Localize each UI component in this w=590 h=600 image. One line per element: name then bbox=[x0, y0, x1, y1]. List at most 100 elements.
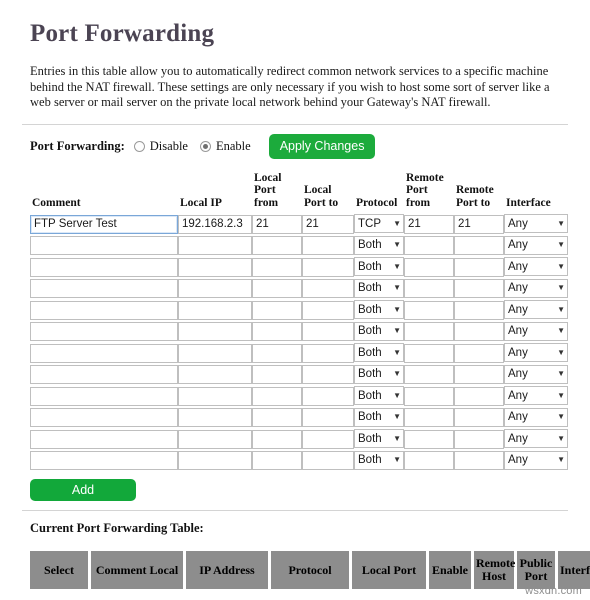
comment-input[interactable] bbox=[30, 236, 178, 255]
remote-port-to-input[interactable] bbox=[454, 365, 504, 384]
local-port-to-input[interactable] bbox=[302, 365, 354, 384]
interface-select[interactable]: Any ▼ bbox=[504, 407, 568, 427]
chevron-down-icon[interactable]: ▼ bbox=[554, 348, 565, 357]
comment-input[interactable] bbox=[30, 279, 178, 298]
remote-port-from-input[interactable] bbox=[404, 257, 454, 277]
radio-option-enable[interactable]: Enable bbox=[199, 139, 251, 154]
remote-port-to-input[interactable] bbox=[454, 322, 504, 341]
remote-port-to-input[interactable] bbox=[454, 214, 504, 234]
interface-select[interactable]: Any ▼ bbox=[504, 321, 568, 341]
interface-select[interactable]: Any ▼ bbox=[504, 386, 568, 406]
protocol-select[interactable]: TCP ▼ bbox=[354, 214, 404, 234]
chevron-down-icon[interactable]: ▼ bbox=[554, 262, 565, 271]
chevron-down-icon[interactable]: ▼ bbox=[554, 219, 565, 228]
remote-port-from-input[interactable] bbox=[404, 451, 454, 470]
chevron-down-icon[interactable]: ▼ bbox=[554, 413, 565, 421]
protocol-select[interactable]: Both ▼ bbox=[354, 300, 404, 320]
local-ip-input[interactable] bbox=[178, 322, 252, 341]
chevron-down-icon[interactable]: ▼ bbox=[390, 434, 401, 443]
local-port-from-input[interactable] bbox=[252, 365, 302, 384]
chevron-down-icon[interactable]: ▼ bbox=[390, 284, 401, 292]
protocol-select[interactable]: Both ▼ bbox=[354, 235, 404, 255]
comment-input[interactable] bbox=[30, 408, 178, 427]
chevron-down-icon[interactable]: ▼ bbox=[390, 348, 401, 357]
local-port-to-input[interactable] bbox=[302, 429, 354, 449]
chevron-down-icon[interactable]: ▼ bbox=[390, 413, 401, 421]
remote-port-to-input[interactable] bbox=[454, 343, 504, 363]
protocol-select[interactable]: Both ▼ bbox=[354, 364, 404, 384]
remote-port-from-input[interactable] bbox=[404, 300, 454, 320]
chevron-down-icon[interactable]: ▼ bbox=[390, 456, 401, 464]
interface-select[interactable]: Any ▼ bbox=[504, 429, 568, 449]
local-ip-input[interactable] bbox=[178, 300, 252, 320]
interface-select[interactable]: Any ▼ bbox=[504, 364, 568, 384]
remote-port-to-input[interactable] bbox=[454, 408, 504, 427]
comment-input[interactable] bbox=[30, 429, 178, 449]
protocol-select[interactable]: Both ▼ bbox=[354, 257, 404, 277]
chevron-down-icon[interactable]: ▼ bbox=[390, 241, 401, 249]
interface-select[interactable]: Any ▼ bbox=[504, 257, 568, 277]
local-port-to-input[interactable] bbox=[302, 214, 354, 234]
chevron-down-icon[interactable]: ▼ bbox=[554, 391, 565, 400]
interface-select[interactable]: Any ▼ bbox=[504, 343, 568, 363]
local-port-to-input[interactable] bbox=[302, 322, 354, 341]
local-port-to-input[interactable] bbox=[302, 257, 354, 277]
remote-port-to-input[interactable] bbox=[454, 451, 504, 470]
comment-input[interactable] bbox=[30, 322, 178, 341]
local-ip-input[interactable] bbox=[178, 386, 252, 406]
protocol-select[interactable]: Both ▼ bbox=[354, 407, 404, 427]
interface-select[interactable]: Any ▼ bbox=[504, 214, 568, 234]
comment-input[interactable] bbox=[30, 257, 178, 277]
chevron-down-icon[interactable]: ▼ bbox=[554, 327, 565, 335]
local-port-from-input[interactable] bbox=[252, 343, 302, 363]
remote-port-to-input[interactable] bbox=[454, 279, 504, 298]
local-ip-input[interactable] bbox=[178, 408, 252, 427]
apply-changes-button[interactable]: Apply Changes bbox=[268, 134, 376, 159]
remote-port-from-input[interactable] bbox=[404, 408, 454, 427]
chevron-down-icon[interactable]: ▼ bbox=[554, 241, 565, 249]
protocol-select[interactable]: Both ▼ bbox=[354, 321, 404, 341]
local-ip-input[interactable] bbox=[178, 451, 252, 470]
remote-port-from-input[interactable] bbox=[404, 365, 454, 384]
chevron-down-icon[interactable]: ▼ bbox=[554, 434, 565, 443]
chevron-down-icon[interactable]: ▼ bbox=[390, 305, 401, 314]
remote-port-to-input[interactable] bbox=[454, 300, 504, 320]
chevron-down-icon[interactable]: ▼ bbox=[390, 370, 401, 378]
local-port-to-input[interactable] bbox=[302, 300, 354, 320]
local-port-from-input[interactable] bbox=[252, 236, 302, 255]
chevron-down-icon[interactable]: ▼ bbox=[390, 327, 401, 335]
chevron-down-icon[interactable]: ▼ bbox=[554, 370, 565, 378]
remote-port-to-input[interactable] bbox=[454, 257, 504, 277]
local-port-from-input[interactable] bbox=[252, 408, 302, 427]
protocol-select[interactable]: Both ▼ bbox=[354, 278, 404, 298]
interface-select[interactable]: Any ▼ bbox=[504, 235, 568, 255]
local-port-from-input[interactable] bbox=[252, 257, 302, 277]
local-ip-input[interactable] bbox=[178, 236, 252, 255]
comment-input[interactable] bbox=[30, 386, 178, 406]
local-port-from-input[interactable] bbox=[252, 451, 302, 470]
protocol-select[interactable]: Both ▼ bbox=[354, 450, 404, 470]
interface-select[interactable]: Any ▼ bbox=[504, 278, 568, 298]
local-ip-input[interactable] bbox=[178, 365, 252, 384]
local-ip-input[interactable] bbox=[178, 429, 252, 449]
chevron-down-icon[interactable]: ▼ bbox=[390, 391, 401, 400]
local-ip-input[interactable] bbox=[178, 343, 252, 363]
comment-input[interactable] bbox=[30, 300, 178, 320]
radio-disable-icon[interactable] bbox=[133, 141, 145, 152]
local-port-from-input[interactable] bbox=[252, 322, 302, 341]
local-port-from-input[interactable] bbox=[252, 300, 302, 320]
interface-select[interactable]: Any ▼ bbox=[504, 300, 568, 320]
remote-port-to-input[interactable] bbox=[454, 236, 504, 255]
add-button[interactable]: Add bbox=[30, 479, 136, 501]
local-port-to-input[interactable] bbox=[302, 343, 354, 363]
chevron-down-icon[interactable]: ▼ bbox=[554, 305, 565, 314]
remote-port-from-input[interactable] bbox=[404, 343, 454, 363]
remote-port-to-input[interactable] bbox=[454, 429, 504, 449]
local-port-to-input[interactable] bbox=[302, 451, 354, 470]
local-port-from-input[interactable] bbox=[252, 214, 302, 234]
radio-option-disable[interactable]: Disable bbox=[133, 139, 188, 154]
protocol-select[interactable]: Both ▼ bbox=[354, 343, 404, 363]
remote-port-from-input[interactable] bbox=[404, 236, 454, 255]
local-port-to-input[interactable] bbox=[302, 236, 354, 255]
local-ip-input[interactable] bbox=[178, 257, 252, 277]
